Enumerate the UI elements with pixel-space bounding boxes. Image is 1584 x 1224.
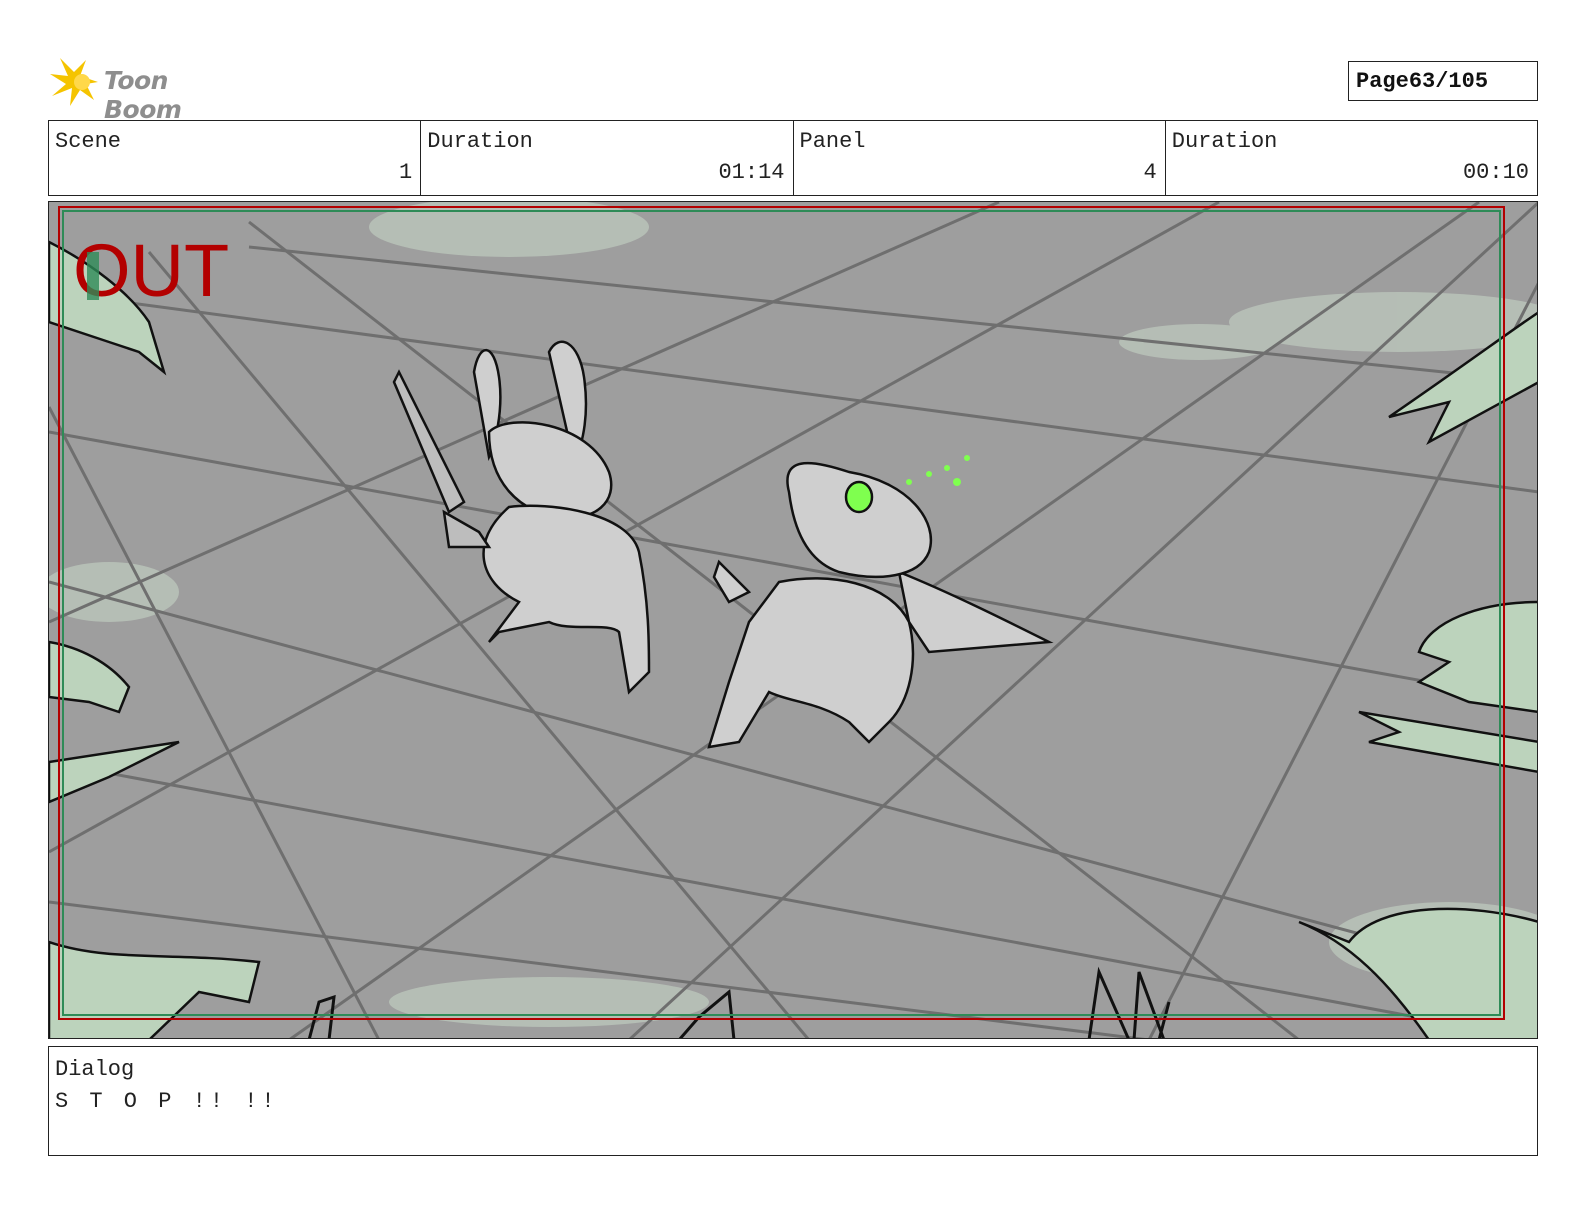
page-indicator: Page 63/105	[1348, 61, 1538, 101]
panel-duration-value: 00:10	[1462, 160, 1529, 185]
panel-value: 4	[1143, 160, 1157, 185]
panel-cell: Panel 4	[794, 121, 1166, 195]
scene-cell: Scene 1	[49, 121, 422, 195]
frog-glowing-eye	[844, 480, 874, 514]
panel-drawing: OUT	[49, 202, 1537, 1038]
in-marker-stroke	[87, 252, 99, 300]
panel-duration-cell: Duration 00:10	[1166, 121, 1537, 195]
scene-duration-value: 01:14	[718, 160, 785, 185]
scene-value: 1	[399, 160, 413, 185]
panel-label: Panel	[799, 129, 866, 154]
toon-boom-logo: Toon Boom	[50, 56, 250, 124]
logo-text: Toon Boom	[104, 66, 182, 124]
dialog-box: Dialog S T O P !! !!	[48, 1046, 1538, 1156]
page-label: Page	[1356, 68, 1409, 94]
storyboard-panel-image: OUT	[48, 201, 1538, 1039]
starburst-icon	[50, 58, 98, 106]
panel-info-bar: Scene 1 Duration 01:14 Panel 4 Duration …	[48, 120, 1538, 196]
scene-label: Scene	[55, 129, 122, 154]
page-number: 63/105	[1408, 68, 1489, 94]
scene-duration-cell: Duration 01:14	[421, 121, 794, 195]
dialog-text: S T O P !! !!	[55, 1089, 279, 1114]
scene-duration-label: Duration	[427, 129, 533, 154]
dialog-label: Dialog	[55, 1057, 135, 1082]
panel-duration-label: Duration	[1171, 129, 1278, 154]
